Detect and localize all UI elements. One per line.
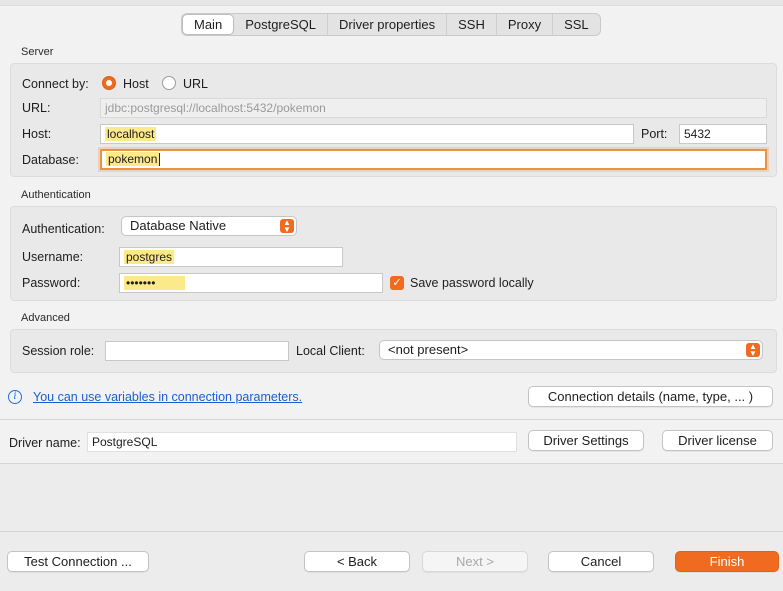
tab-postgresql[interactable]: PostgreSQL bbox=[234, 14, 329, 35]
authentication-select[interactable]: Database Native ▲ ▼ bbox=[121, 216, 297, 236]
back-button[interactable]: < Back bbox=[304, 551, 410, 572]
password-label: Password: bbox=[22, 276, 81, 290]
server-section-title: Server bbox=[21, 46, 54, 58]
finish-button[interactable]: Finish bbox=[675, 551, 779, 572]
tab-main[interactable]: Main bbox=[182, 14, 235, 35]
text-cursor bbox=[159, 153, 161, 167]
driver-name-field: PostgreSQL bbox=[87, 432, 517, 452]
host-value: localhost bbox=[105, 127, 157, 141]
footer-divider bbox=[0, 531, 783, 532]
username-value: postgres bbox=[124, 250, 175, 264]
authentication-label: Authentication: bbox=[22, 222, 105, 236]
save-password-checkbox[interactable]: ✓ bbox=[390, 276, 404, 290]
session-role-field[interactable] bbox=[105, 341, 289, 361]
port-field[interactable]: 5432 bbox=[679, 124, 767, 144]
divider bbox=[0, 419, 783, 420]
driver-settings-button[interactable]: Driver Settings bbox=[528, 430, 644, 451]
test-connection-button[interactable]: Test Connection ... bbox=[7, 551, 149, 572]
password-field[interactable]: ••••••• bbox=[119, 273, 383, 293]
next-button: Next > bbox=[422, 551, 528, 572]
port-label: Port: bbox=[641, 127, 668, 141]
chevron-updown-icon: ▲ ▼ bbox=[280, 219, 294, 234]
radio-url-label[interactable]: URL bbox=[183, 77, 208, 91]
session-role-label: Session role: bbox=[22, 344, 95, 358]
auth-section-title: Authentication bbox=[21, 189, 91, 201]
database-value: pokemon bbox=[106, 152, 160, 166]
url-label: URL: bbox=[22, 101, 51, 115]
radio-host-label[interactable]: Host bbox=[123, 77, 149, 91]
variables-help-link[interactable]: You can use variables in connection para… bbox=[33, 390, 302, 404]
local-client-label: Local Client: bbox=[296, 344, 365, 358]
radio-url[interactable] bbox=[162, 76, 176, 93]
local-client-value: <not present> bbox=[388, 342, 469, 357]
tab-bar: Main PostgreSQL Driver properties SSH Pr… bbox=[181, 13, 601, 36]
tab-ssl[interactable]: SSL bbox=[553, 14, 600, 35]
cancel-button[interactable]: Cancel bbox=[548, 551, 654, 572]
password-value: ••••••• bbox=[124, 276, 186, 290]
tab-ssh[interactable]: SSH bbox=[447, 14, 497, 35]
database-field[interactable]: pokemon bbox=[100, 149, 767, 170]
authentication-value: Database Native bbox=[130, 218, 227, 233]
advanced-section-title: Advanced bbox=[21, 312, 70, 324]
database-label: Database: bbox=[22, 153, 79, 167]
driver-name-label: Driver name: bbox=[9, 436, 81, 450]
save-password-label[interactable]: Save password locally bbox=[410, 276, 534, 290]
url-field: jdbc:postgresql://localhost:5432/pokemon bbox=[100, 98, 767, 118]
username-field[interactable]: postgres bbox=[119, 247, 343, 267]
tab-driver-properties[interactable]: Driver properties bbox=[328, 14, 448, 35]
host-label: Host: bbox=[22, 127, 52, 141]
info-icon: i bbox=[8, 390, 22, 404]
host-field[interactable]: localhost bbox=[100, 124, 634, 144]
connect-by-label: Connect by: bbox=[22, 77, 89, 91]
username-label: Username: bbox=[22, 250, 84, 264]
driver-license-button[interactable]: Driver license bbox=[662, 430, 773, 451]
radio-host[interactable] bbox=[102, 76, 116, 93]
local-client-select[interactable]: <not present> ▲ ▼ bbox=[379, 340, 763, 360]
connection-details-button[interactable]: Connection details (name, type, ... ) bbox=[528, 386, 773, 407]
chevron-updown-icon: ▲ ▼ bbox=[746, 343, 760, 358]
tab-proxy[interactable]: Proxy bbox=[497, 14, 554, 35]
